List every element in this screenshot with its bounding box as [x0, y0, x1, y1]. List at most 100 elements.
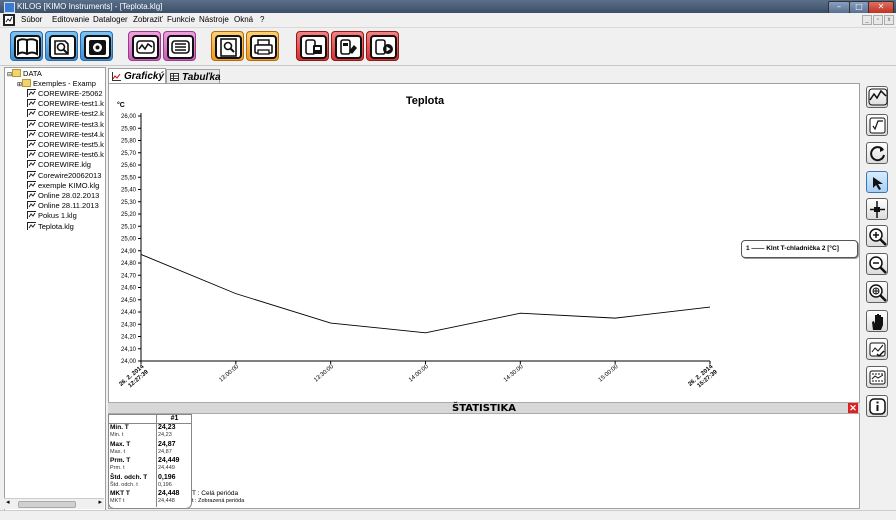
alarm-chart-icon [869, 370, 886, 385]
start-logger-button[interactable] [366, 31, 399, 61]
menu-editovanie[interactable]: Editovanie [52, 13, 89, 27]
stat-subvalue: 24,87 [158, 448, 172, 455]
print-button[interactable] [246, 31, 279, 61]
main-toolbar [0, 28, 896, 66]
alarm-chart-tool-button[interactable] [866, 366, 888, 388]
y-tick-label: 24,40 [121, 310, 137, 316]
menu-okna[interactable]: Okná [234, 13, 253, 27]
tree-horizontal-scrollbar[interactable]: ◂ ▸ [4, 498, 104, 509]
y-tick-label: 26,00 [121, 114, 137, 120]
x-tick-label: 26. 2. 201415:27:39 [687, 364, 719, 394]
tree-file-item[interactable]: COREWIRE-25062 [27, 89, 103, 99]
mdi-restore-button[interactable]: ▫ [873, 15, 883, 25]
y-tick-label: 24,20 [121, 335, 137, 341]
tree-file-item[interactable]: Online 28.02.2013 [27, 191, 99, 201]
title-bar: KILOG [KIMO Instruments] - [Teplota.klg]… [0, 0, 896, 14]
book-icon [14, 35, 41, 59]
info-tool-button[interactable] [866, 395, 888, 417]
read-logger-button[interactable] [296, 31, 329, 61]
tree-file-item[interactable]: Pokus 1.klg [27, 211, 77, 221]
tab-graph[interactable]: Grafický [108, 68, 166, 83]
tree-file-item[interactable]: COREWIRE-test5.k [27, 140, 104, 150]
y-tick-label: 25,40 [121, 188, 137, 194]
pointer-icon [873, 177, 883, 190]
tree-file-label: COREWIRE-test2.k [38, 109, 104, 119]
menu-nastroje[interactable]: Nástroje [199, 13, 229, 27]
check-chart-icon [869, 342, 886, 358]
scroll-left-icon[interactable]: ◂ [6, 498, 10, 506]
refresh-tool-button[interactable] [866, 142, 888, 164]
folder-icon [12, 69, 22, 77]
tree-root[interactable]: ⊟ DATA [7, 69, 42, 79]
hand-icon [872, 314, 883, 330]
y-tick-label: 24,70 [121, 273, 137, 279]
preview-button[interactable] [211, 31, 244, 61]
y-tick-label: 24,90 [121, 249, 137, 255]
tree-file-item[interactable]: exemple KIMO.klg [27, 180, 99, 191]
y-tick-label: 24,10 [121, 347, 137, 353]
tree-file-label: COREWIRE-test4.k [38, 129, 104, 139]
close-statistics-button[interactable]: ✕ [848, 403, 858, 413]
x-tick-label: 15:00:00 [598, 364, 620, 384]
tree-file-item[interactable]: COREWIRE-test4.k [27, 129, 104, 140]
print-list-button[interactable] [163, 31, 196, 61]
tree-file-item[interactable]: Online 28.11.2013 [27, 201, 99, 211]
menu-zobrazit[interactable]: Zobraziť [133, 13, 163, 27]
printer-icon [250, 35, 277, 59]
window-title: KILOG [KIMO Instruments] - [Teplota.klg] [17, 2, 163, 11]
info-icon [869, 398, 886, 415]
menu-dataloger[interactable]: Dataloger [93, 13, 128, 27]
app-logo-icon [3, 14, 15, 26]
open-button[interactable] [10, 31, 43, 61]
tree-file-label: COREWIRE-test1.k [38, 99, 104, 109]
scroll-right-icon[interactable]: ▸ [98, 498, 102, 506]
menu-subor[interactable]: Súbor [21, 13, 42, 27]
zoom-out-tool-button[interactable] [866, 253, 888, 275]
find-button[interactable] [45, 31, 78, 61]
check-chart-tool-button[interactable] [866, 338, 888, 360]
export-graph-button[interactable] [128, 31, 161, 61]
tree-file-label: COREWIRE-test3.k [38, 119, 104, 129]
mdi-minimize-button[interactable]: _ [862, 15, 872, 25]
zoom-in-icon [869, 228, 887, 246]
y-tick-label: 25,10 [121, 224, 137, 230]
menu-help[interactable]: ? [260, 13, 264, 27]
logger-start-icon [370, 35, 397, 59]
klg-file-icon [27, 109, 36, 118]
refresh-icon [870, 146, 885, 162]
tree-file-item[interactable]: COREWIRE-test2.k [27, 109, 104, 119]
zoom-fit-tool-button[interactable] [866, 281, 888, 303]
tree-file-item[interactable]: Teplota.klg [27, 221, 74, 232]
logger-config-icon [335, 35, 362, 59]
curve-tool-button[interactable] [866, 86, 888, 108]
klg-file-icon [27, 99, 36, 108]
series-legend[interactable]: 1 —— Klnt T-chladnička 2 [°C] [741, 240, 858, 258]
hand-tool-button[interactable] [866, 310, 888, 332]
menu-funkcie[interactable]: Funkcie [167, 13, 195, 27]
graph-tab-icon [112, 72, 121, 81]
snapshot-button[interactable] [80, 31, 113, 61]
tab-table[interactable]: Tabuľka [166, 69, 221, 83]
crosshair-tool-button[interactable] [866, 198, 888, 220]
tree-file-item[interactable]: COREWIRE.klg [27, 160, 91, 170]
zoom-in-tool-button[interactable] [866, 225, 888, 247]
stat-subvalue: 24,23 [158, 432, 172, 438]
configure-logger-button[interactable] [331, 31, 364, 61]
zoom-report-icon [215, 35, 242, 59]
tree-file-label: Online 28.11.2013 [38, 201, 99, 211]
tree-folder-examples[interactable]: ⊞ Exemples - Examp [17, 79, 96, 89]
tree-file-item[interactable]: COREWIRE-test3.k [27, 119, 104, 130]
sqrt-tool-button[interactable] [866, 114, 888, 136]
logger-read-icon [300, 35, 327, 59]
scroll-thumb[interactable] [18, 501, 76, 508]
y-tick-label: 25,30 [121, 200, 137, 206]
stat-sublabel: MKT t [110, 498, 125, 504]
tree-file-label: COREWIRE-test5.k [38, 140, 104, 149]
menu-bar: Súbor Editovanie Dataloger Zobraziť Funk… [0, 13, 896, 28]
tree-file-item[interactable]: COREWIRE-test6.k [27, 150, 104, 160]
mdi-close-button[interactable]: x [884, 15, 894, 25]
tree-file-item[interactable]: COREWIRE-test1.k [27, 99, 104, 109]
pointer-tool-button[interactable] [866, 171, 888, 193]
stat-label: Prm. T [110, 457, 131, 464]
tree-file-item[interactable]: Corewire20062013 [27, 170, 101, 181]
